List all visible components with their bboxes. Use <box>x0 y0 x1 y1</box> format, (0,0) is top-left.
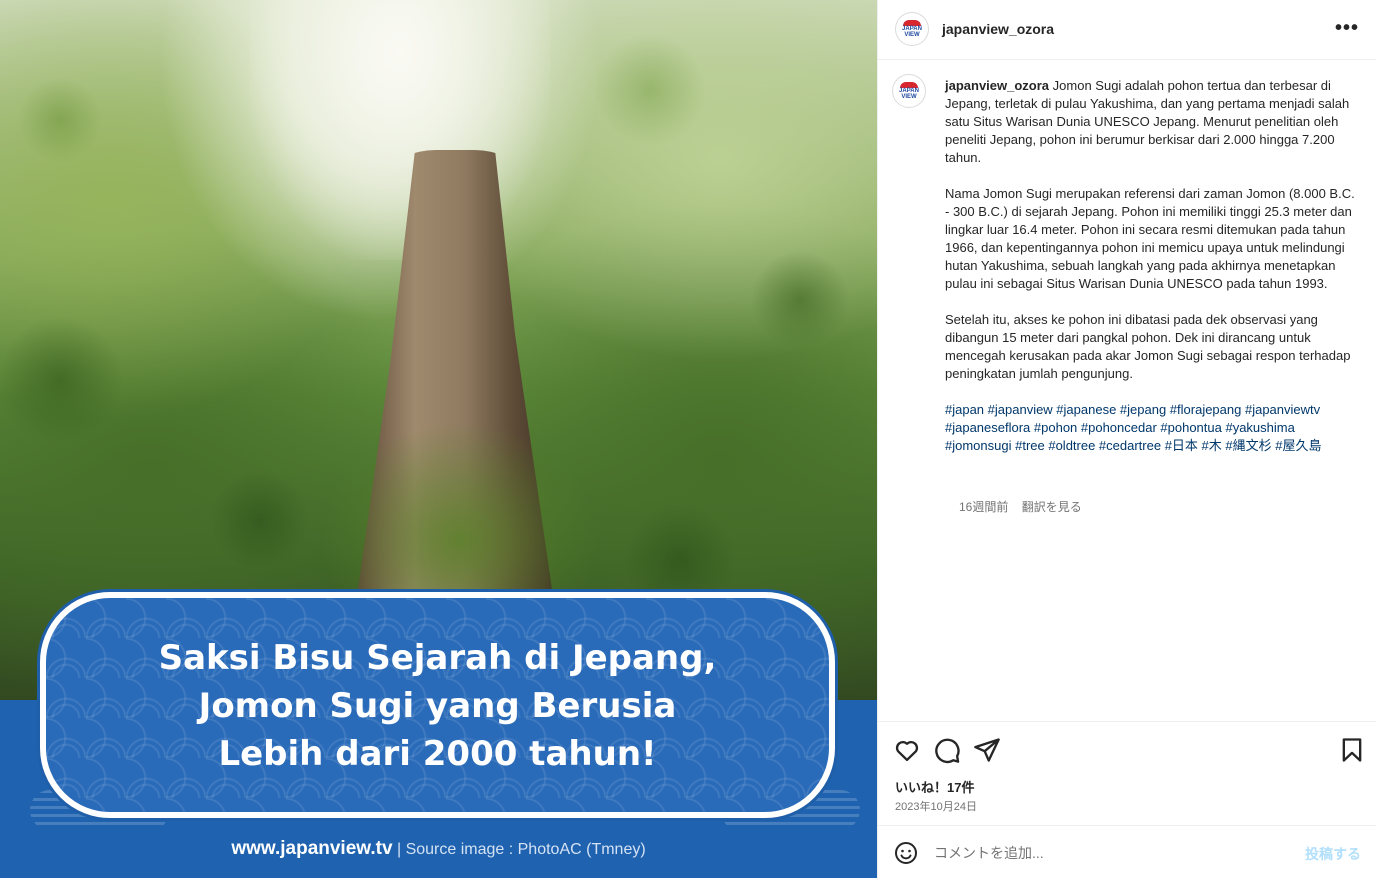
caption-text: japanview_ozora Jomon Sugi adalah pohon … <box>945 77 1355 473</box>
banner-title: Saksi Bisu Sejarah di Jepang, Jomon Sugi… <box>158 638 717 774</box>
post-image[interactable]: Saksi Bisu Sejarah di Jepang, Jomon Sugi… <box>0 0 877 878</box>
post-comment-button[interactable]: 投稿する <box>1305 844 1361 864</box>
comment-bar: 投稿する <box>878 825 1376 878</box>
header-username[interactable]: japanview_ozora <box>942 21 1054 37</box>
post-header: JAPAN VIEW japanview_ozora ••• <box>878 0 1376 60</box>
caption-meta: 16週間前 翻訳を見る <box>959 498 1092 515</box>
image-separator: | <box>392 841 406 858</box>
image-source-credit: Source image : PhotoAC (Tmney) <box>405 841 646 858</box>
emoji-icon[interactable] <box>894 841 918 865</box>
more-horizontal-icon[interactable]: ••• <box>1335 17 1359 40</box>
post-actions: いいね！17件 2023年10月24日 <box>878 721 1376 825</box>
comment-icon[interactable] <box>933 736 961 764</box>
post-side-panel: JAPAN VIEW japanview_ozora ••• JAPAN VIE… <box>877 0 1376 878</box>
share-icon[interactable] <box>973 736 1001 764</box>
avatar-logo-text: JAPAN VIEW <box>899 88 919 100</box>
caption-paragraph-2: Nama Jomon Sugi merupakan referensi dari… <box>945 186 1355 291</box>
comment-input[interactable] <box>934 840 1294 866</box>
bookmark-icon[interactable] <box>1338 736 1366 764</box>
avatar[interactable]: JAPAN VIEW <box>895 12 929 46</box>
post-date[interactable]: 2023年10月24日 <box>895 798 977 814</box>
image-site-url: www.japanview.tv <box>231 838 393 859</box>
image-moss <box>320 420 600 620</box>
caption-avatar[interactable]: JAPAN VIEW <box>892 74 926 108</box>
caption-hashtags[interactable]: #japan #japanview #japanese #jepang #flo… <box>945 401 1355 455</box>
post-time-ago[interactable]: 16週間前 <box>959 500 1008 514</box>
heart-icon[interactable] <box>893 736 921 764</box>
likes-count[interactable]: いいね！17件 <box>895 777 974 796</box>
translate-link[interactable]: 翻訳を見る <box>1022 500 1082 514</box>
caption-paragraph-3: Setelah itu, akses ke pohon ini dibatasi… <box>945 312 1351 381</box>
caption-username[interactable]: japanview_ozora <box>945 78 1049 93</box>
avatar-logo-text: JAPAN VIEW <box>902 26 922 38</box>
caption-paragraph: japanview_ozora Jomon Sugi adalah pohon … <box>945 77 1355 167</box>
image-footer: www.japanview.tv | Source image : PhotoA… <box>0 838 877 860</box>
